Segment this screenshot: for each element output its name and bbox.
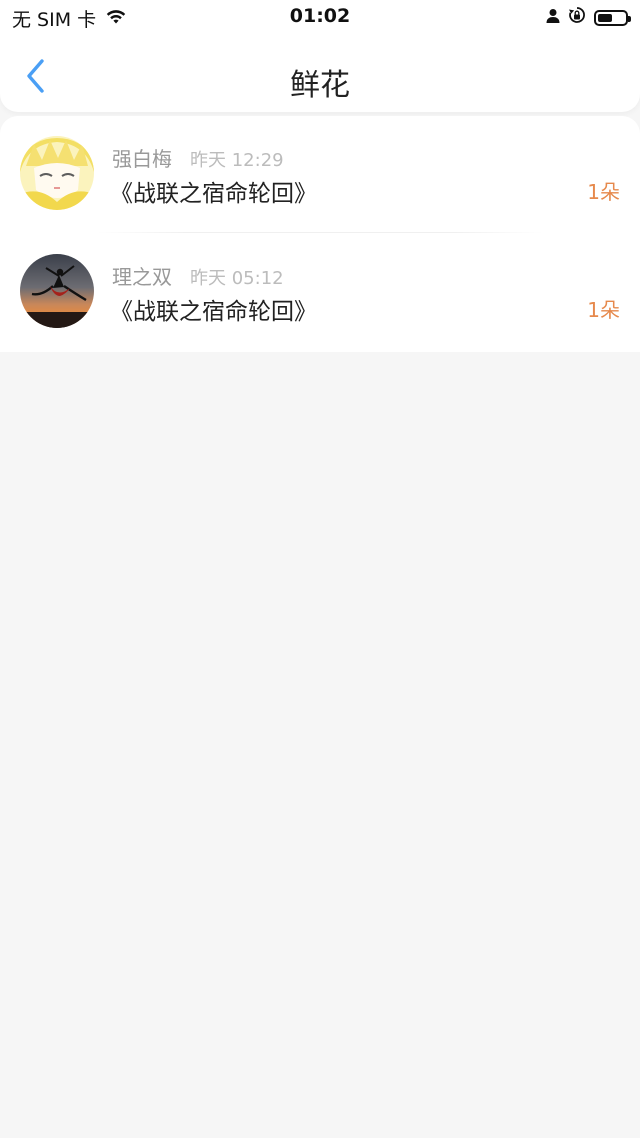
orientation-lock-icon (568, 6, 586, 29)
avatar[interactable] (20, 136, 94, 210)
battery-level (598, 13, 612, 22)
page: 无 SIM 卡 01:02 鲜花 强白梅 昨天 12:29 《战联之宿命轮回》 … (0, 0, 640, 1138)
flower-count: 1朵 (587, 180, 620, 204)
list-item[interactable]: 强白梅 昨天 12:29 《战联之宿命轮回》 1朵 (0, 116, 640, 234)
book-title: 《战联之宿命轮回》 (110, 299, 317, 325)
send-time: 昨天 05:12 (190, 268, 284, 289)
status-bar: 无 SIM 卡 01:02 (0, 0, 640, 34)
battery-tip (628, 15, 631, 22)
divider (96, 232, 544, 233)
battery-icon (594, 9, 631, 26)
nav-bar: 鲜花 (0, 46, 640, 112)
flower-list: 强白梅 昨天 12:29 《战联之宿命轮回》 1朵 理之双 昨天 05:12 《… (0, 116, 640, 352)
avatar[interactable] (20, 254, 94, 328)
list-item[interactable]: 理之双 昨天 05:12 《战联之宿命轮回》 1朵 (0, 234, 640, 352)
flower-count: 1朵 (587, 298, 620, 322)
person-icon (546, 7, 560, 29)
sender-name: 理之双 (112, 265, 172, 289)
page-title: 鲜花 (290, 68, 350, 103)
status-time: 01:02 (289, 5, 351, 27)
header: 无 SIM 卡 01:02 鲜花 (0, 0, 640, 112)
send-time: 昨天 12:29 (190, 150, 284, 171)
book-title: 《战联之宿命轮回》 (110, 181, 317, 207)
sender-line: 理之双 昨天 05:12 (112, 261, 284, 290)
sender-name: 强白梅 (112, 147, 172, 171)
status-right (546, 6, 631, 29)
sender-line: 强白梅 昨天 12:29 (112, 143, 284, 172)
